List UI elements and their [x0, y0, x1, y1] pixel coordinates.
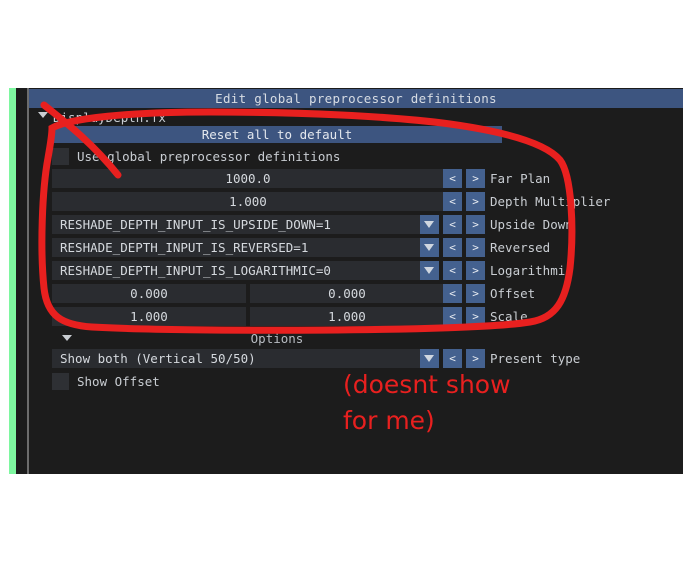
offset-label: Offset — [490, 286, 536, 301]
tree-item-displaydepth[interactable]: DisplayDepth.fx — [29, 109, 683, 126]
offset-value-y-field[interactable]: 0.000 — [250, 284, 444, 303]
reversed-dropdown-button[interactable] — [420, 238, 439, 257]
depth-multiplier-next-button[interactable]: > — [466, 192, 485, 211]
scale-next-button[interactable]: > — [466, 307, 485, 326]
present-type-value-field[interactable]: Show both (Vertical 50/50) — [52, 349, 420, 368]
upside-down-value-field[interactable]: RESHADE_DEPTH_INPUT_IS_UPSIDE_DOWN=1 — [52, 215, 420, 234]
show-offset-checkbox-label: Show Offset — [77, 374, 160, 389]
reversed-value-field[interactable]: RESHADE_DEPTH_INPUT_IS_REVERSED=1 — [52, 238, 420, 257]
present-type-prev-button[interactable]: < — [443, 349, 462, 368]
reversed-prev-button[interactable]: < — [443, 238, 462, 257]
upside-down-prev-button[interactable]: < — [443, 215, 462, 234]
setting-row-present-type: Show both (Vertical 50/50) < > Present t… — [29, 348, 683, 369]
chevron-down-icon — [424, 244, 434, 251]
triangle-down-icon — [38, 112, 48, 118]
chevron-down-icon — [424, 355, 434, 362]
depth-multiplier-prev-button[interactable]: < — [443, 192, 462, 211]
logarithmic-prev-button[interactable]: < — [443, 261, 462, 280]
setting-row-upside-down: RESHADE_DEPTH_INPUT_IS_UPSIDE_DOWN=1 < >… — [29, 214, 683, 235]
scale-value-y-field[interactable]: 1.000 — [250, 307, 444, 326]
use-global-checkbox[interactable] — [52, 148, 69, 165]
scale-value-x-field[interactable]: 1.000 — [52, 307, 246, 326]
setting-row-offset: 0.000 0.000 < > Offset — [29, 283, 683, 304]
checkbox-row-use-global[interactable]: Use global preprocessor definitions — [29, 146, 683, 167]
reversed-label: Reversed — [490, 240, 551, 255]
reversed-next-button[interactable]: > — [466, 238, 485, 257]
left-dark-gap — [16, 88, 27, 474]
present-type-label: Present type — [490, 351, 581, 366]
chevron-down-icon — [424, 221, 434, 228]
far-plan-label: Far Plan — [490, 171, 551, 186]
logarithmic-next-button[interactable]: > — [466, 261, 485, 280]
depth-multiplier-value-field[interactable]: 1.000 — [52, 192, 444, 211]
present-type-next-button[interactable]: > — [466, 349, 485, 368]
setting-row-far-plan: 1000.0 < > Far Plan — [29, 168, 683, 189]
setting-row-reversed: RESHADE_DEPTH_INPUT_IS_REVERSED=1 < > Re… — [29, 237, 683, 258]
logarithmic-value-field[interactable]: RESHADE_DEPTH_INPUT_IS_LOGARITHMIC=0 — [52, 261, 420, 280]
options-section-header[interactable]: Options — [29, 330, 683, 347]
upside-down-next-button[interactable]: > — [466, 215, 485, 234]
window-titlebar: Edit global preprocessor definitions — [29, 89, 683, 108]
far-plan-next-button[interactable]: > — [466, 169, 485, 188]
offset-prev-button[interactable]: < — [443, 284, 462, 303]
reset-all-to-default-button[interactable]: Reset all to default — [52, 126, 502, 143]
upside-down-dropdown-button[interactable] — [420, 215, 439, 234]
setting-row-depth-multiplier: 1.000 < > Depth Multiplier — [29, 191, 683, 212]
left-green-accent-bar — [9, 88, 16, 474]
setting-row-logarithmic: RESHADE_DEPTH_INPUT_IS_LOGARITHMIC=0 < >… — [29, 260, 683, 281]
window-title: Edit global preprocessor definitions — [215, 91, 497, 106]
settings-panel: Edit global preprocessor definitions Dis… — [29, 88, 683, 474]
logarithmic-dropdown-button[interactable] — [420, 261, 439, 280]
reshade-preprocessor-panel: Edit global preprocessor definitions Dis… — [0, 88, 696, 474]
offset-next-button[interactable]: > — [466, 284, 485, 303]
depth-multiplier-label: Depth Multiplier — [490, 194, 611, 209]
offset-value-x-field[interactable]: 0.000 — [52, 284, 246, 303]
present-type-dropdown-button[interactable] — [420, 349, 439, 368]
show-offset-checkbox[interactable] — [52, 373, 69, 390]
setting-row-scale: 1.000 1.000 < > Scale — [29, 306, 683, 327]
chevron-down-icon — [424, 267, 434, 274]
scale-prev-button[interactable]: < — [443, 307, 462, 326]
scale-label: Scale — [490, 309, 528, 324]
tree-item-label: DisplayDepth.fx — [53, 110, 166, 125]
far-plan-value-field[interactable]: 1000.0 — [52, 169, 444, 188]
use-global-checkbox-label: Use global preprocessor definitions — [77, 149, 341, 164]
far-plan-prev-button[interactable]: < — [443, 169, 462, 188]
options-header-label: Options — [250, 331, 304, 346]
upside-down-label: Upside Down — [490, 217, 573, 232]
logarithmic-label: Logarithmic — [490, 263, 573, 278]
checkbox-row-show-offset[interactable]: Show Offset — [29, 371, 683, 392]
